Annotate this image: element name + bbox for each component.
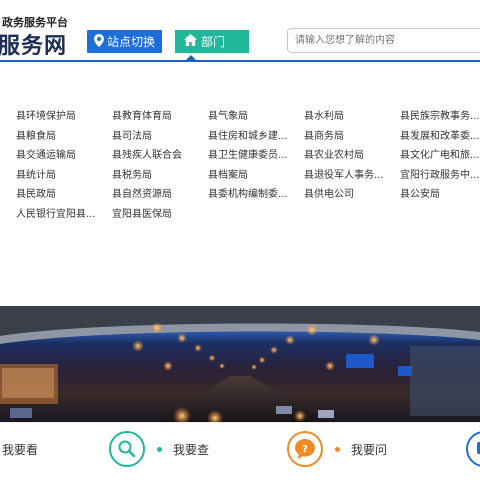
complaint-icon [466, 431, 480, 467]
city-night-banner [0, 306, 480, 422]
search-icon [109, 431, 145, 467]
department-dropdown-panel: 县环境保护局 县教育体育局 县气象局 县水利局 县民族宗教事务... 县粮食局 … [0, 62, 480, 306]
nav-complaint[interactable] [466, 429, 480, 469]
nav-ask-dot [335, 446, 340, 452]
bottom-navigation: 我要看 我要查 ? 我要问 [0, 422, 480, 480]
question-icon: ? [287, 431, 323, 467]
department-list: 县环境保护局 县教育体育局 县气象局 县水利局 县民族宗教事务... 县粮食局 … [16, 110, 480, 228]
department-button[interactable]: 部门 [175, 30, 249, 53]
page: 政务服务平台 服务网 站点切换 部门 县环境保护局 县教育体育局 县气象局 县水… [0, 0, 480, 480]
department-link[interactable]: 县统计局 [16, 169, 112, 189]
nav-view[interactable]: 我要看 [2, 429, 38, 469]
dropdown-caret [184, 55, 198, 62]
svg-text:?: ? [302, 444, 308, 455]
department-link[interactable]: 县水利局 [304, 110, 400, 130]
department-link[interactable]: 县农业农村局 [304, 149, 400, 169]
banner-image [0, 306, 480, 422]
home-icon [184, 34, 197, 49]
department-link[interactable]: 县供电公司 [304, 188, 400, 208]
nav-search-dot [157, 446, 162, 452]
department-link[interactable]: 县教育体育局 [112, 110, 208, 130]
department-link[interactable]: 县民政局 [16, 188, 112, 208]
department-link[interactable]: 宜阳行政服务中... [400, 169, 480, 189]
department-link[interactable]: 县委机构编制委... [208, 188, 304, 208]
department-link[interactable]: 县司法局 [112, 130, 208, 150]
department-link[interactable]: 县发展和改革委... [400, 130, 480, 150]
nav-search-label: 我要查 [173, 442, 210, 457]
nav-view-label: 我要看 [2, 442, 39, 457]
department-link[interactable]: 县退役军人事务... [304, 169, 400, 189]
department-link[interactable]: 人民银行宜阳县... [16, 208, 112, 228]
site-switch-button[interactable]: 站点切换 [87, 30, 162, 53]
nav-ask-label: 我要问 [351, 442, 388, 457]
department-link[interactable]: 县文化广电和旅... [400, 149, 480, 169]
department-link[interactable]: 县气象局 [208, 110, 304, 130]
department-link[interactable]: 县公安局 [400, 188, 480, 208]
location-pin-icon [93, 33, 104, 50]
search-input[interactable] [287, 28, 480, 53]
department-link[interactable]: 县住房和城乡建... [208, 130, 304, 150]
department-link[interactable]: 县档案局 [208, 169, 304, 189]
department-link[interactable]: 县自然资源局 [112, 188, 208, 208]
site-title: 服务网 [0, 33, 68, 59]
department-link[interactable]: 县民族宗教事务... [400, 110, 480, 130]
site-switch-label: 站点切换 [106, 35, 155, 49]
department-link[interactable]: 县粮食局 [16, 130, 112, 150]
site-header: 政务服务平台 服务网 站点切换 部门 [0, 0, 480, 62]
department-link[interactable]: 县残疾人联合会 [112, 149, 208, 169]
nav-ask[interactable]: ? 我要问 [287, 429, 387, 469]
department-link[interactable]: 县税务局 [112, 169, 208, 189]
department-link[interactable]: 宜阳县医保局 [112, 208, 208, 228]
department-link[interactable]: 县卫生健康委员... [208, 149, 304, 169]
department-link[interactable]: 县环境保护局 [16, 110, 112, 130]
department-label: 部门 [201, 35, 226, 49]
nav-search[interactable]: 我要查 [109, 429, 209, 469]
department-link[interactable]: 县商务局 [304, 130, 400, 150]
department-link[interactable]: 县交通运输局 [16, 149, 112, 169]
